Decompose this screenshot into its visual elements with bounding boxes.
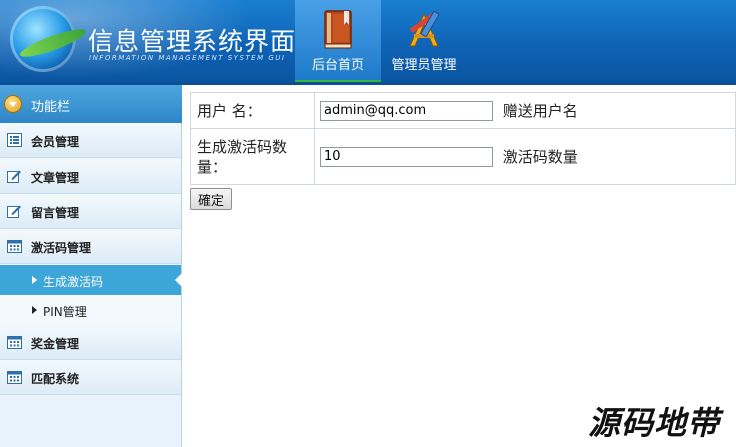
app-title: 信息管理系统界面 <box>88 27 297 56</box>
top-nav: 后台首页 管理员管理 <box>295 0 467 85</box>
count-hint: 激活码数量 <box>502 148 578 166</box>
logo: 信息管理系统界面 INFORMATION MANAGEMENT SYSTEM G… <box>0 0 300 85</box>
caret-right-icon <box>32 276 37 284</box>
submit-button[interactable]: 確定 <box>190 188 233 210</box>
nav-admin-label: 管理员管理 <box>391 58 457 73</box>
calendar-icon <box>7 336 22 349</box>
sidebar-item-label: 奖金管理 <box>31 337 80 351</box>
sidebar-item-label: 匹配系统 <box>31 372 80 386</box>
calendar-icon <box>7 240 22 253</box>
sidebar-item-label: 留言管理 <box>31 206 80 220</box>
sidebar-item-articles[interactable]: 文章管理 <box>0 159 181 194</box>
edit-icon <box>7 205 21 218</box>
count-label: 生成激活码数量： <box>190 128 315 185</box>
calendar-icon <box>7 371 22 384</box>
sidebar-subitem-pin[interactable]: PIN管理 <box>0 295 181 325</box>
caret-right-icon <box>32 306 37 314</box>
username-label: 用户 名： <box>190 92 315 129</box>
sidebar-title: 功能栏 <box>31 100 71 115</box>
app-subtitle: INFORMATION MANAGEMENT SYSTEM GUI <box>89 54 286 62</box>
sidebar-item-label: 激活码管理 <box>31 241 92 255</box>
sidebar-item-label: 会员管理 <box>31 135 80 149</box>
sidebar-item-activation-codes[interactable]: 激活码管理 <box>0 229 181 264</box>
sidebar-item-bonus[interactable]: 奖金管理 <box>0 325 181 360</box>
count-input[interactable] <box>320 146 493 167</box>
form-row-username: 用户 名： 赠送用户名 <box>190 92 736 129</box>
sidebar-header[interactable]: 功能栏 <box>0 85 182 123</box>
sidebar: 功能栏 会员管理 文章管理 留言管理 激活码管理 生成激活码 PIN管理 奖金管… <box>0 85 182 447</box>
nav-home-label: 后台首页 <box>311 58 364 73</box>
header-bar: 信息管理系统界面 INFORMATION MANAGEMENT SYSTEM G… <box>0 0 736 85</box>
sidebar-item-matching[interactable]: 匹配系统 <box>0 360 181 395</box>
collapse-icon <box>4 95 22 113</box>
activation-form: 用户 名： 赠送用户名 生成激活码数量： 激活码数量 <box>190 92 736 185</box>
sidebar-item-label: 文章管理 <box>31 171 80 185</box>
username-input[interactable] <box>320 100 493 121</box>
sidebar-subitem-label: PIN管理 <box>43 305 87 319</box>
globe-logo-icon <box>10 6 76 72</box>
edit-icon <box>7 170 21 183</box>
username-hint: 赠送用户名 <box>502 102 578 120</box>
sidebar-item-members[interactable]: 会员管理 <box>0 123 181 158</box>
main-content: 用户 名： 赠送用户名 生成激活码数量： 激活码数量 確定 <box>190 92 736 210</box>
form-row-count: 生成激活码数量： 激活码数量 <box>190 128 736 185</box>
list-icon <box>7 133 22 147</box>
nav-home[interactable]: 后台首页 <box>295 0 381 85</box>
watermark: 源码地带 <box>588 404 721 442</box>
book-icon <box>324 10 352 49</box>
nav-admin[interactable]: 管理员管理 <box>381 0 467 85</box>
sidebar-subitem-generate-codes[interactable]: 生成激活码 <box>0 265 182 295</box>
sidebar-subitem-label: 生成激活码 <box>43 275 104 289</box>
tools-icon <box>409 11 440 47</box>
sidebar-item-messages[interactable]: 留言管理 <box>0 194 181 229</box>
